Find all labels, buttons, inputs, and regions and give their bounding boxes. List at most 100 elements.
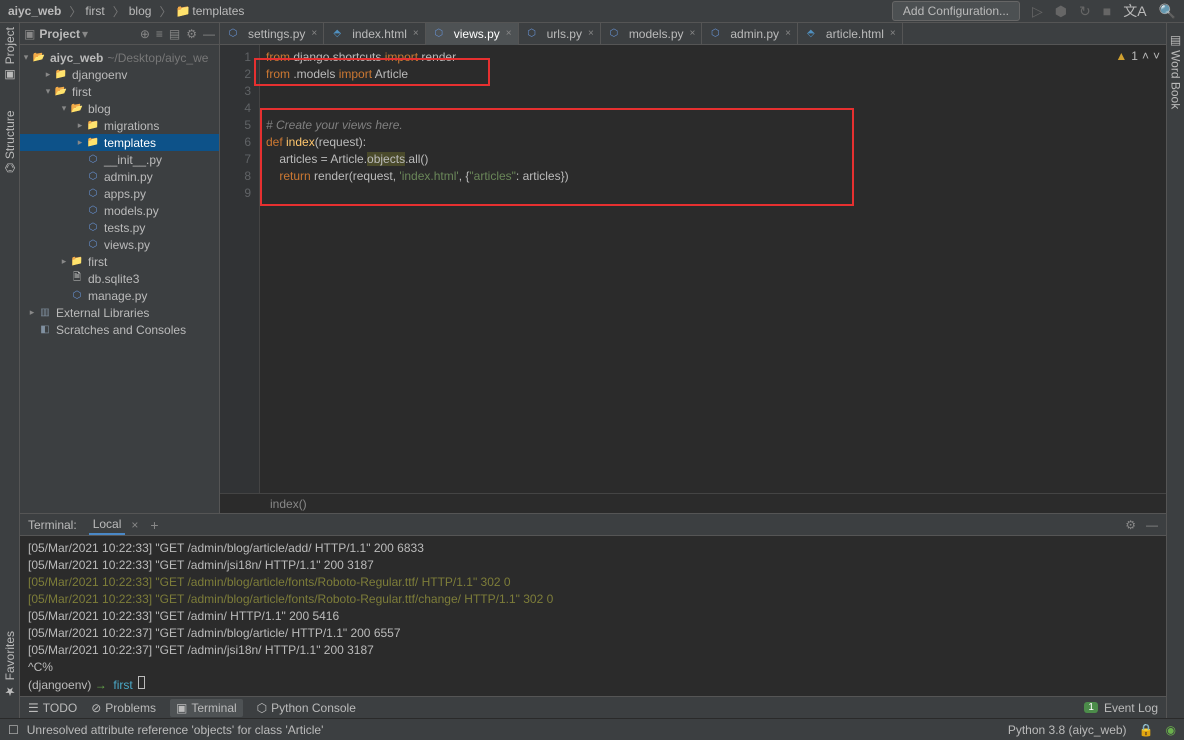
tree-first2[interactable]: ▸📁first [20,253,219,270]
stop-icon[interactable]: ■ [1103,3,1111,19]
code-line-1: from django.shortcuts import render [266,49,1166,66]
favorites-tool-tab[interactable]: ★Favorites [3,631,17,698]
tree-djangoenv[interactable]: ▸📁djangoenv [20,66,219,83]
tab-settings[interactable]: ⬡settings.py× [220,23,324,45]
collapse-icon[interactable]: ▤ [169,27,180,41]
tab-urls[interactable]: ⬡urls.py× [519,23,601,45]
project-tree[interactable]: ▾📂aiyc_web~/Desktop/aiyc_we ▸📁djangoenv … [20,45,219,342]
event-log-tab[interactable]: 1Event Log [1084,701,1158,715]
editor-breadcrumb[interactable]: index() [220,493,1166,513]
close-tab-icon[interactable]: × [131,518,138,532]
python-console-tab[interactable]: ⬡Python Console [257,701,356,715]
terminal-body[interactable]: [05/Mar/2021 10:22:33] "GET /admin/blog/… [20,536,1166,696]
terminal-settings-icon[interactable]: ⚙ [1125,518,1136,532]
add-configuration-button[interactable]: Add Configuration... [892,1,1020,21]
tree-extlib[interactable]: ▸▥External Libraries [20,304,219,321]
terminal-header: Terminal: Local × + ⚙ — [20,514,1166,536]
project-tool-tab[interactable]: ▣Project [3,27,17,82]
cursor [138,676,145,689]
bottom-tool-tabs: ☰TODO ⊘Problems ▣Terminal ⬡Python Consol… [20,696,1166,718]
structure-tool-tab[interactable]: ⌬Structure [3,110,17,173]
close-icon[interactable]: × [588,28,594,39]
tree-viewspy[interactable]: ⬡views.py [20,236,219,253]
word-book-tab[interactable]: ▤ Word Book [1169,33,1183,109]
scratches-icon: ◧ [38,323,52,337]
warning-icon: ▲ [1115,49,1127,63]
code-area[interactable]: 123456789 from django.shortcuts import r… [220,45,1166,493]
terminal-title: Terminal: [28,518,77,532]
tree-templates[interactable]: ▸📁templates [20,134,219,151]
tree-dbsqlite[interactable]: 🗎db.sqlite3 [20,270,219,287]
terminal-tab-local[interactable]: Local [89,515,126,535]
crumb-blog[interactable]: blog [129,4,152,18]
problems-tab[interactable]: ⊘Problems [91,701,156,715]
tab-article[interactable]: ⬘article.html× [798,23,903,45]
tab-views[interactable]: ⬡views.py× [426,23,519,45]
add-tab-icon[interactable]: + [150,517,158,533]
coverage-icon[interactable]: ↻ [1079,3,1091,20]
close-icon[interactable]: × [311,28,317,39]
html-file-icon: ⬘ [330,27,344,41]
code-line-8: return render(request, 'index.html', {"a… [266,168,1166,185]
chevron-down-icon[interactable]: ˅ [1153,49,1160,63]
lock-icon[interactable]: 🔒 [1139,723,1154,737]
project-header: ▣ Project▾ ⊕ ≡ ▤ ⚙ — [20,23,219,45]
crumb-templates[interactable]: templates [192,4,244,18]
tab-admin[interactable]: ⬡admin.py× [702,23,798,45]
terminal-tab[interactable]: ▣Terminal [170,699,243,717]
tree-testspy[interactable]: ⬡tests.py [20,219,219,236]
tree-scratches[interactable]: ◧Scratches and Consoles [20,321,219,338]
tab-index[interactable]: ⬘index.html× [324,23,426,45]
term-line: ^C% [28,659,1158,676]
tree-managepy[interactable]: ⬡manage.py [20,287,219,304]
tree-initpy[interactable]: ⬡__init__.py [20,151,219,168]
term-line: [05/Mar/2021 10:22:33] "GET /admin/jsi18… [28,557,1158,574]
tree-root[interactable]: ▾📂aiyc_web~/Desktop/aiyc_we [20,49,219,66]
folder-icon: 📁 [86,136,100,150]
python-file-icon: ⬡ [708,27,722,41]
crumb-first[interactable]: first [85,4,104,18]
todo-tab[interactable]: ☰TODO [28,701,77,715]
folder-icon: 📂 [54,85,68,99]
tree-appspy[interactable]: ⬡apps.py [20,185,219,202]
folder-icon: 📁 [70,255,84,269]
code-line-7: articles = Article.objects.all() [266,151,1166,168]
close-icon[interactable]: × [690,28,696,39]
inspection-widget[interactable]: ▲ 1 ˄ ˅ [1115,49,1160,63]
expand-icon[interactable]: ≡ [156,27,163,41]
tab-models[interactable]: ⬡models.py× [601,23,703,45]
hide-icon[interactable]: — [203,27,215,41]
python-interpreter[interactable]: Python 3.8 (aiyc_web) [1008,723,1127,737]
book-icon: ▤ [1169,33,1183,47]
settings-icon[interactable]: ⚙ [186,27,197,41]
project-title[interactable]: Project [39,27,80,41]
list-icon: ☰ [28,701,39,715]
locate-icon[interactable]: ⊕ [140,27,150,41]
crumb-sep: 〉 [69,3,81,20]
translate-icon[interactable]: 文A [1123,1,1146,21]
status-menu-icon[interactable]: ☐ [8,723,19,737]
code-line-6: def index(request): [266,134,1166,151]
close-icon[interactable]: × [890,28,896,39]
tree-migrations[interactable]: ▸📁migrations [20,117,219,134]
run-icon[interactable]: ▷ [1032,3,1043,20]
tree-adminpy[interactable]: ⬡admin.py [20,168,219,185]
structure-icon: ⌬ [3,163,17,173]
tree-first[interactable]: ▾📂first [20,83,219,100]
status-bar: ☐ Unresolved attribute reference 'object… [0,718,1184,740]
close-icon[interactable]: × [506,28,512,39]
close-icon[interactable]: × [785,28,791,39]
terminal-hide-icon[interactable]: — [1146,518,1158,532]
close-icon[interactable]: × [413,28,419,39]
search-everywhere-icon[interactable]: 🔍 [1159,3,1176,20]
term-prompt: (djangoenv) → first [28,676,1158,694]
crumb-root[interactable]: aiyc_web [8,4,61,18]
chevron-up-icon[interactable]: ˄ [1142,49,1149,63]
debug-icon[interactable]: ⬢ [1055,3,1067,20]
library-icon: ▥ [38,306,52,320]
python-file-icon: ⬡ [226,27,240,41]
code-content[interactable]: from django.shortcuts import render from… [260,45,1166,493]
tree-modelspy[interactable]: ⬡models.py [20,202,219,219]
indicator-icon[interactable]: ◉ [1166,723,1176,737]
tree-blog[interactable]: ▾📂blog [20,100,219,117]
